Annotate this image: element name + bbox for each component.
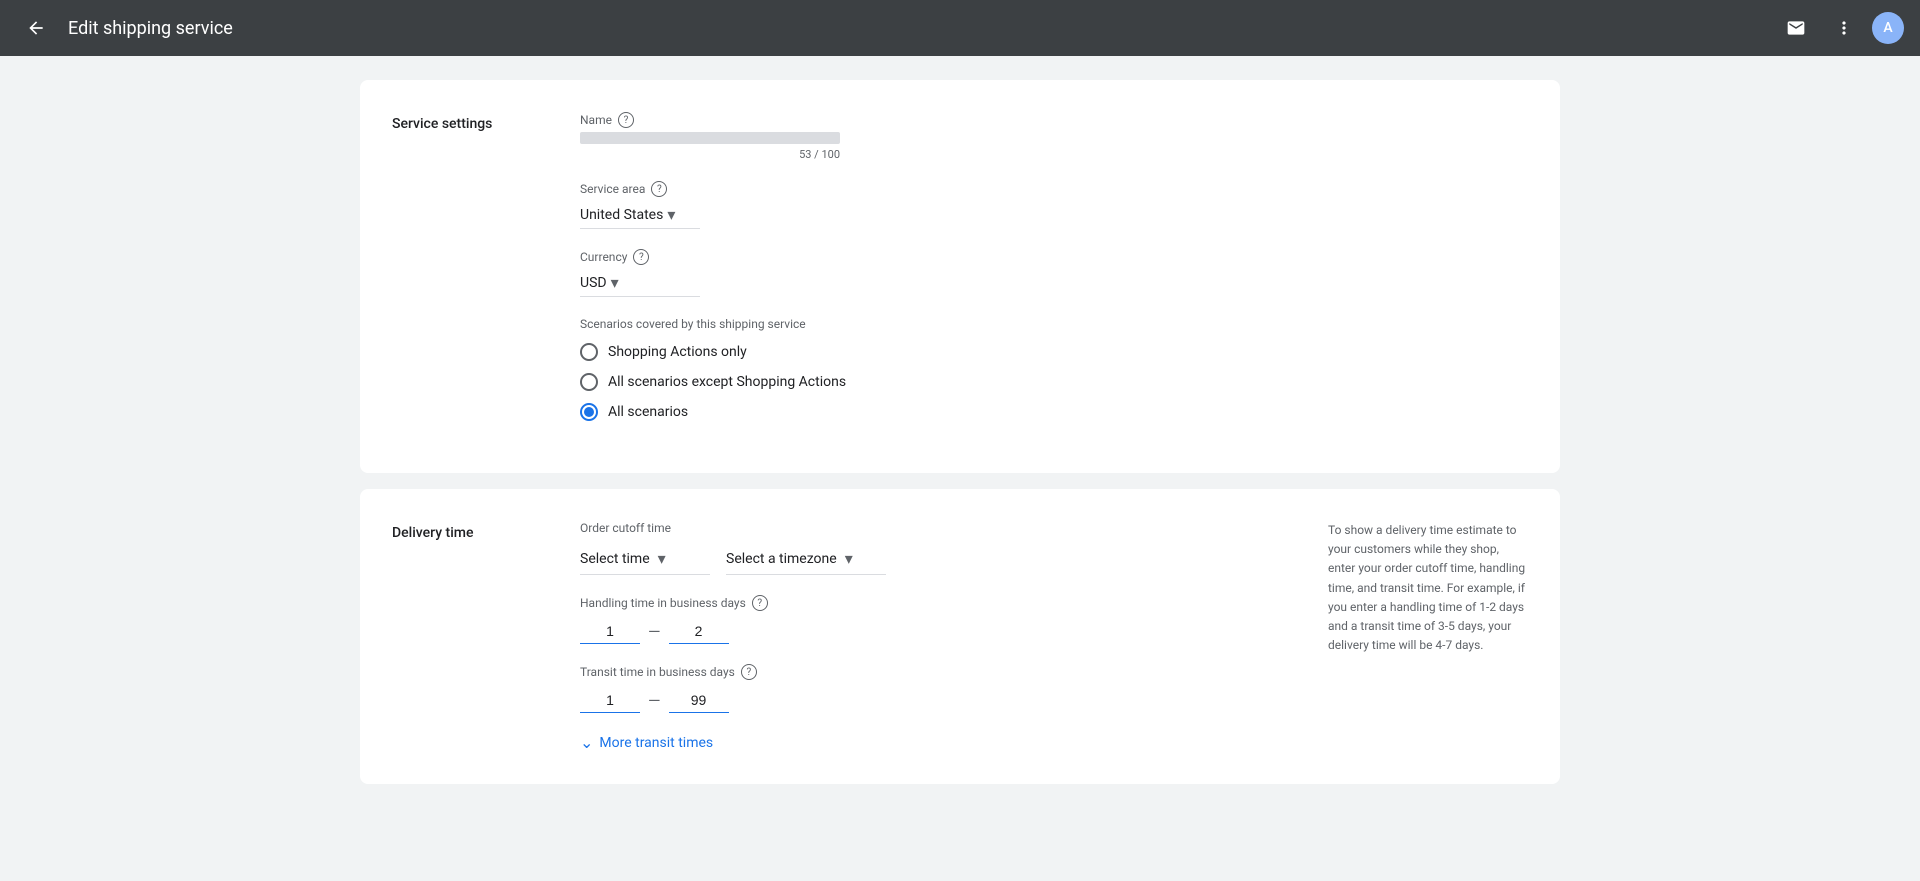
- service-settings-card: Service settings Name ? 53 / 100 Service…: [360, 80, 1560, 473]
- mail-button[interactable]: [1776, 8, 1816, 48]
- currency-help-icon[interactable]: ?: [633, 249, 649, 265]
- handling-time-label: Handling time in business days ?: [580, 595, 1280, 611]
- transit-time-label: Transit time in business days ?: [580, 664, 1280, 680]
- topbar: Edit shipping service A: [0, 0, 1920, 56]
- handling-time-help-icon[interactable]: ?: [752, 595, 768, 611]
- avatar[interactable]: A: [1872, 12, 1904, 44]
- delivery-content: Order cutoff time Select time ▾ Select a…: [580, 521, 1280, 752]
- currency-label: Currency ?: [580, 249, 1528, 265]
- service-settings-content: Name ? 53 / 100 Service area ? United St…: [580, 112, 1528, 441]
- handling-min-input[interactable]: [580, 619, 640, 644]
- select-timezone-value: Select a timezone: [726, 551, 837, 567]
- name-input-blurred: [580, 132, 840, 144]
- page-title: Edit shipping service: [68, 18, 1764, 39]
- select-time-dropdown[interactable]: Select time ▾: [580, 543, 710, 575]
- select-time-value: Select time: [580, 551, 650, 567]
- service-area-select[interactable]: United States ▾: [580, 201, 700, 229]
- select-time-arrow-icon: ▾: [658, 549, 666, 568]
- more-menu-button[interactable]: [1824, 8, 1864, 48]
- currency-select[interactable]: USD ▾: [580, 269, 700, 297]
- delivery-hint: To show a delivery time estimate to your…: [1328, 521, 1528, 752]
- name-char-count: 53 / 100: [580, 148, 840, 161]
- name-label: Name ?: [580, 112, 1528, 128]
- topbar-icons: A: [1776, 8, 1904, 48]
- more-transit-times-link[interactable]: ⌄ More transit times: [580, 733, 1280, 752]
- cutoff-field: Order cutoff time Select time ▾ Select a…: [580, 521, 1280, 575]
- service-settings-title: Service settings: [392, 112, 532, 441]
- transit-time-row: —: [580, 688, 1280, 713]
- radio-circle-all-except-shopping: [580, 373, 598, 391]
- service-area-value: United States: [580, 207, 663, 223]
- back-button[interactable]: [16, 8, 56, 48]
- select-timezone-dropdown[interactable]: Select a timezone ▾: [726, 543, 886, 575]
- handling-time-row: —: [580, 619, 1280, 644]
- radio-all-scenarios[interactable]: All scenarios: [580, 403, 1528, 421]
- radio-circle-all-scenarios: [580, 403, 598, 421]
- radio-label-all-except-shopping: All scenarios except Shopping Actions: [608, 374, 846, 390]
- service-area-help-icon[interactable]: ?: [651, 181, 667, 197]
- delivery-time-card: Delivery time Order cutoff time Select t…: [360, 489, 1560, 784]
- transit-time-help-icon[interactable]: ?: [741, 664, 757, 680]
- handling-dash: —: [648, 622, 661, 641]
- name-field: Name ? 53 / 100: [580, 112, 1528, 161]
- expand-icon: ⌄: [580, 733, 593, 752]
- currency-field: Currency ? USD ▾: [580, 249, 1528, 297]
- currency-dropdown-icon: ▾: [611, 273, 619, 292]
- scenarios-field: Scenarios covered by this shipping servi…: [580, 317, 1528, 421]
- service-area-dropdown-icon: ▾: [667, 205, 675, 224]
- radio-shopping-actions-only[interactable]: Shopping Actions only: [580, 343, 1528, 361]
- transit-dash: —: [648, 691, 661, 710]
- delivery-time-title: Delivery time: [392, 521, 532, 752]
- cutoff-row: Select time ▾ Select a timezone ▾: [580, 543, 1280, 575]
- main-content: Service settings Name ? 53 / 100 Service…: [0, 56, 1920, 824]
- name-help-icon[interactable]: ?: [618, 112, 634, 128]
- transit-min-input[interactable]: [580, 688, 640, 713]
- handling-time-field: Handling time in business days ? —: [580, 595, 1280, 644]
- radio-all-except-shopping[interactable]: All scenarios except Shopping Actions: [580, 373, 1528, 391]
- transit-max-input[interactable]: [669, 688, 729, 713]
- currency-value: USD: [580, 275, 607, 291]
- service-area-field: Service area ? United States ▾: [580, 181, 1528, 229]
- radio-label-all-scenarios: All scenarios: [608, 404, 688, 420]
- more-transit-label: More transit times: [599, 735, 713, 751]
- cutoff-label: Order cutoff time: [580, 521, 1280, 535]
- scenarios-label: Scenarios covered by this shipping servi…: [580, 317, 1528, 331]
- radio-label-shopping-actions-only: Shopping Actions only: [608, 344, 747, 360]
- select-timezone-arrow-icon: ▾: [845, 549, 853, 568]
- scenarios-radio-group: Shopping Actions only All scenarios exce…: [580, 343, 1528, 421]
- service-area-label: Service area ?: [580, 181, 1528, 197]
- transit-time-field: Transit time in business days ? —: [580, 664, 1280, 713]
- handling-max-input[interactable]: [669, 619, 729, 644]
- radio-circle-shopping-actions-only: [580, 343, 598, 361]
